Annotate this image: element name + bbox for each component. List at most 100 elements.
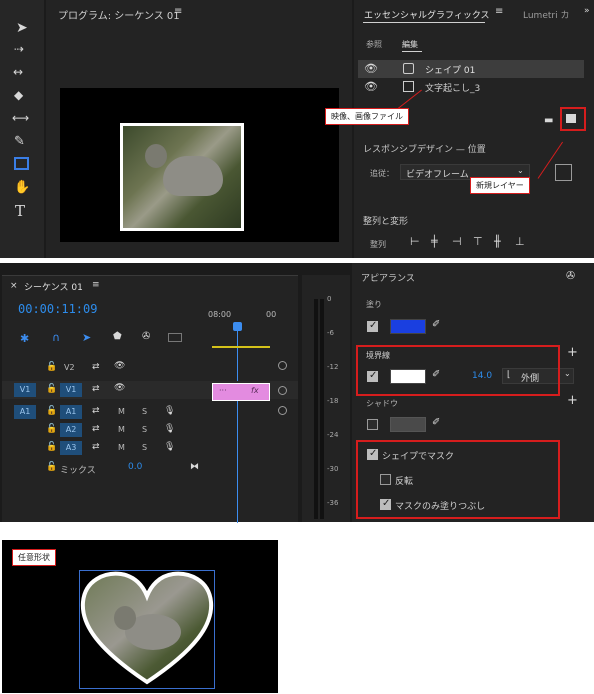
selection-tool-icon[interactable]: ➤ <box>16 20 28 36</box>
track-label[interactable]: V1 <box>60 383 82 397</box>
monitor-canvas <box>60 88 339 242</box>
eye-icon[interactable]: 👁 <box>114 361 125 371</box>
align-center-v-icon[interactable]: ╫ <box>494 235 501 248</box>
meter-tick: -30 <box>327 465 339 473</box>
meter-tick: -24 <box>327 431 339 439</box>
lock-icon[interactable]: 🔓 <box>46 406 57 416</box>
type-tool-icon[interactable]: T <box>15 202 25 220</box>
add-stroke-icon[interactable]: + <box>567 345 578 360</box>
panel-menu-icon[interactable]: ≡ <box>92 280 100 290</box>
mute-button[interactable]: M <box>118 407 125 416</box>
audio-meter: 0 -6 -12 -18 -24 -30 -36 <box>302 275 350 522</box>
linked-selection-icon[interactable]: ➤ <box>82 331 91 344</box>
lock-icon[interactable]: 🔓 <box>46 362 57 372</box>
align-left-icon[interactable]: ⊢ <box>410 235 420 248</box>
marker-icon[interactable]: ⬟ <box>113 331 122 342</box>
lock-icon[interactable]: 🔓 <box>46 384 57 394</box>
solo-button[interactable]: S <box>142 425 147 434</box>
track-label[interactable]: A3 <box>60 441 82 455</box>
track-select-tool-icon[interactable]: ⇢ <box>14 42 24 56</box>
track-label[interactable]: A1 <box>60 405 82 419</box>
tab-essential-graphics[interactable]: エッセンシャルグラフィックス <box>364 8 490 21</box>
mic-icon[interactable]: 🎙 <box>164 406 175 416</box>
pin-to-label: 追従： <box>370 169 394 178</box>
pin-to-value: ビデオフレーム <box>406 170 469 180</box>
essential-graphics-panel: エッセンシャルグラフィックス ≡ Lumetri カ » 参照 編集 👁 シェイ… <box>354 0 594 258</box>
hand-tool-icon[interactable]: ✋ <box>14 180 30 195</box>
magnet-icon[interactable]: ∩ <box>52 331 60 344</box>
folder-icon[interactable]: ▬ <box>544 115 553 126</box>
scroll-handle[interactable] <box>278 386 287 395</box>
eye-icon[interactable]: 👁 <box>114 383 125 393</box>
mute-button[interactable]: M <box>118 443 125 452</box>
solo-button[interactable]: S <box>142 407 147 416</box>
ruler-label: 00 <box>266 310 277 319</box>
stroke-highlight <box>356 345 560 396</box>
go-to-end-icon[interactable]: ⧓ <box>190 462 199 472</box>
eyedropper-icon[interactable]: ✐ <box>432 319 440 330</box>
tools-panel: ➤ ⇢ ↔ ◆ ⟷ ✎ ✋ T <box>0 0 44 258</box>
wrench-icon[interactable]: ✇ <box>566 269 575 282</box>
sync-lock-icon[interactable]: ⇄ <box>92 384 100 394</box>
track-mix: 🔓 ミックス 0.0 ⧓ <box>2 459 298 477</box>
program-monitor-title: プログラム: シーケンス 01 <box>58 11 180 22</box>
sync-lock-icon[interactable]: ⇄ <box>92 424 100 434</box>
tab-lumetri[interactable]: Lumetri カ <box>523 8 569 21</box>
sync-lock-icon[interactable]: ⇄ <box>92 442 100 452</box>
fill-checkbox[interactable] <box>367 320 378 332</box>
sync-lock-icon[interactable]: ⇄ <box>92 362 100 372</box>
mic-icon[interactable]: 🎙 <box>164 424 175 434</box>
eye-icon[interactable]: 👁 <box>364 62 378 75</box>
tab-active-underline <box>363 22 485 23</box>
panel-menu-icon[interactable]: ≡ <box>495 6 503 17</box>
eyedropper-icon[interactable]: ✐ <box>432 417 440 428</box>
align-bottom-icon[interactable]: ⊥ <box>515 235 525 248</box>
mic-icon[interactable]: 🎙 <box>164 442 175 452</box>
close-icon[interactable]: × <box>10 281 18 291</box>
subtab-browse[interactable]: 参照 <box>366 39 382 50</box>
mix-value[interactable]: 0.0 <box>128 462 142 472</box>
source-v1-button[interactable]: V1 <box>14 383 36 397</box>
chevron-down-icon: ⌄ <box>517 166 524 175</box>
sync-lock-icon[interactable]: ⇄ <box>92 406 100 416</box>
razor-tool-icon[interactable]: ◆ <box>14 88 23 102</box>
scroll-handle[interactable] <box>278 361 287 370</box>
snap-icon[interactable]: ✱ <box>20 332 29 345</box>
mute-button[interactable]: M <box>118 425 125 434</box>
track-label[interactable]: A2 <box>60 423 82 437</box>
panel-menu-icon[interactable]: ≡ <box>174 6 182 17</box>
subtab-edit[interactable]: 編集 <box>402 39 418 50</box>
graphic-clip[interactable]: ··· fx <box>212 383 270 401</box>
timecode[interactable]: 00:00:11:09 <box>18 302 97 316</box>
lock-icon[interactable]: 🔓 <box>46 462 57 472</box>
align-right-icon[interactable]: ⊣ <box>452 235 462 248</box>
lock-icon[interactable]: 🔓 <box>46 424 57 434</box>
wrench-icon[interactable]: ✇ <box>142 331 150 342</box>
chevron-down-icon[interactable]: ⌄ <box>564 369 571 378</box>
deer-figure <box>163 156 223 196</box>
fill-color-swatch[interactable] <box>390 319 426 334</box>
slip-tool-icon[interactable]: ⟷ <box>12 111 29 125</box>
layer-row[interactable]: 👁 文字起こし_3 <box>358 78 584 96</box>
align-center-h-icon[interactable]: ╪ <box>431 235 438 248</box>
track-v1: V1 🔓 V1 ⇄ 👁 ··· fx <box>2 381 298 401</box>
source-a1-button[interactable]: A1 <box>14 405 36 419</box>
pen-tool-icon[interactable]: ✎ <box>14 134 25 149</box>
shadow-label: シャドウ <box>366 399 398 408</box>
more-panels-icon[interactable]: » <box>584 6 590 16</box>
layer-row[interactable]: 👁 シェイプ 01 <box>358 60 584 78</box>
scroll-handle[interactable] <box>278 406 287 415</box>
shadow-checkbox[interactable] <box>367 419 378 430</box>
timeline-title: シーケンス 01 <box>24 283 83 293</box>
lock-icon[interactable]: 🔓 <box>46 442 57 452</box>
add-shadow-icon[interactable]: + <box>567 393 578 408</box>
shadow-color-swatch[interactable] <box>390 417 426 432</box>
layer-label: 文字起こし_3 <box>425 84 481 94</box>
align-top-icon[interactable]: ⊤ <box>473 235 483 248</box>
captions-icon[interactable] <box>168 333 182 342</box>
deer-head <box>114 606 136 630</box>
solo-button[interactable]: S <box>142 443 147 452</box>
eye-icon[interactable]: 👁 <box>364 80 378 93</box>
rectangle-tool-icon[interactable] <box>14 157 29 170</box>
ripple-edit-tool-icon[interactable]: ↔ <box>13 65 23 79</box>
